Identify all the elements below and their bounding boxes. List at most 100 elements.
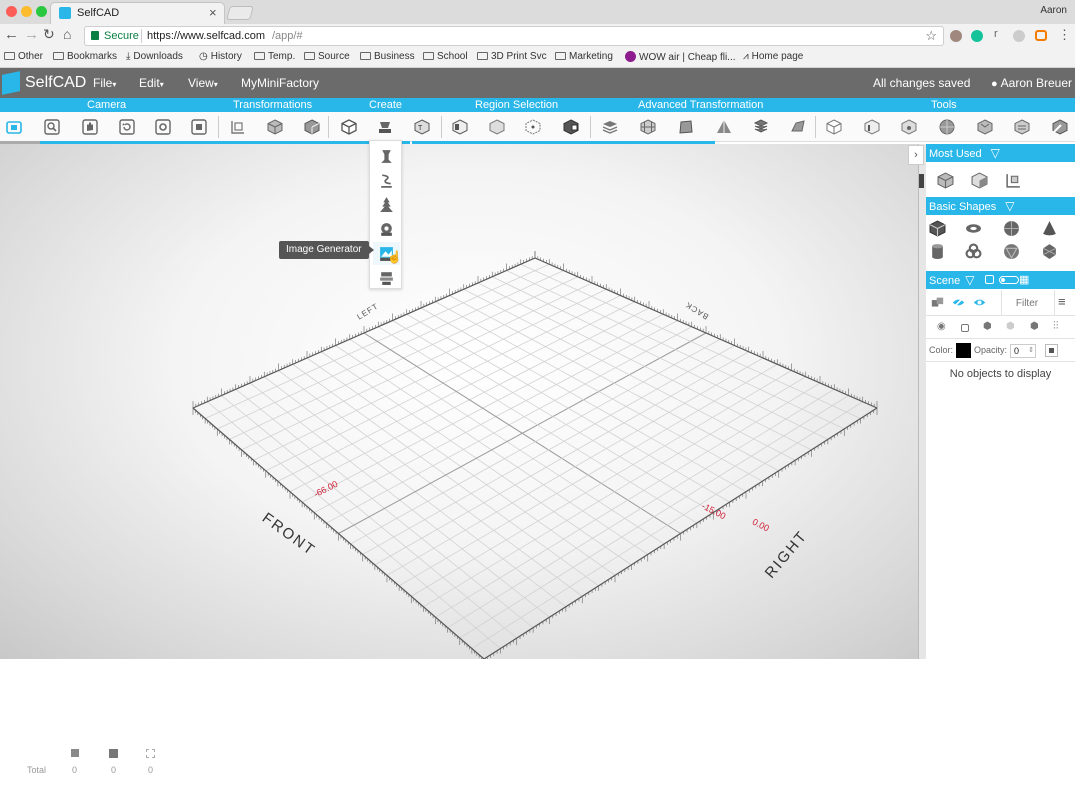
cylinder-shape-icon[interactable] <box>929 243 946 260</box>
category-create[interactable]: Create <box>369 98 402 112</box>
basic-shapes-header[interactable]: Basic Shapes ▽ <box>926 197 1075 215</box>
new-tab-button[interactable] <box>226 6 254 20</box>
color-swatch[interactable] <box>956 343 971 358</box>
stepper-icon[interactable]: ⇕ <box>1028 345 1034 357</box>
sweep-icon[interactable] <box>378 172 395 189</box>
visibility-column-icon[interactable]: ◉ <box>937 321 946 332</box>
tool-icon-3[interactable] <box>901 119 917 135</box>
fullscreen-icon[interactable] <box>191 119 207 135</box>
opacity-toggle[interactable] <box>1045 344 1058 357</box>
bookmark-bookmarks[interactable]: Bookmarks <box>53 51 117 62</box>
forward-icon[interactable]: → <box>24 26 39 43</box>
reload-icon[interactable]: ↻ <box>43 26 55 43</box>
bookmark-wow-air[interactable]: WOW air | Cheap fli... <box>625 51 736 63</box>
settings-icon[interactable] <box>155 119 171 135</box>
bookmark-other[interactable]: Other <box>4 51 43 62</box>
bookmark-temp[interactable]: Temp. <box>254 51 295 62</box>
loft-icon[interactable] <box>378 196 395 213</box>
menu-view[interactable]: View▾ <box>188 76 218 90</box>
user-menu[interactable]: ● Aaron Breuer <box>991 76 1072 90</box>
bookmark-downloads[interactable]: ⤓ Downloads <box>126 51 183 62</box>
layer-icon[interactable] <box>378 269 395 286</box>
sketch-icon[interactable] <box>378 221 395 238</box>
select-all-checkbox[interactable] <box>985 275 994 284</box>
scene-filter-input[interactable] <box>1003 294 1051 312</box>
browser-tab[interactable]: SelfCAD × <box>50 2 225 24</box>
group-icon[interactable] <box>931 296 944 309</box>
eye-icon[interactable] <box>973 296 986 309</box>
panel-splitter[interactable] <box>918 144 926 659</box>
torus-shape-icon[interactable] <box>965 220 982 237</box>
image-generator-item[interactable]: ☝ <box>373 242 402 265</box>
url-input[interactable]: Secure https://www.selfcad.com /app/# ☆ <box>84 26 944 46</box>
cam-home-icon[interactable] <box>6 119 22 135</box>
close-tab-icon[interactable]: × <box>209 5 217 20</box>
grid-view-icon[interactable]: ▦ <box>1019 271 1029 289</box>
region-icon-2[interactable] <box>489 119 505 135</box>
menu-edit[interactable]: Edit▾ <box>139 76 164 90</box>
profile-name[interactable]: Aaron <box>1040 5 1067 16</box>
close-window-icon[interactable] <box>6 6 17 17</box>
browser-menu-icon[interactable]: ⋮ <box>1058 27 1071 43</box>
geosphere-shape-icon[interactable] <box>1003 243 1020 260</box>
opacity-input[interactable]: 0 ⇕ <box>1010 344 1036 358</box>
category-advanced-transformation[interactable]: Advanced Transformation <box>638 98 763 112</box>
polyhedron-shape-icon[interactable] <box>1041 243 1058 260</box>
app-logo[interactable]: SelfCAD <box>25 74 86 92</box>
tool-icon-6[interactable] <box>1014 119 1030 135</box>
tool-icon-7[interactable] <box>1052 119 1068 135</box>
adv-icon-1[interactable] <box>602 119 618 135</box>
knot-shape-icon[interactable] <box>965 243 982 260</box>
tool-icon-4[interactable] <box>939 119 955 135</box>
wireframe-column-icon[interactable]: ⬢ <box>1006 321 1015 332</box>
text-create-icon[interactable]: T <box>414 119 430 135</box>
category-tools[interactable]: Tools <box>931 98 957 112</box>
material-column-icon[interactable]: ⬢ <box>1030 321 1039 332</box>
most-used-cube-icon[interactable] <box>937 172 954 189</box>
region-icon-1[interactable] <box>452 119 468 135</box>
grammarly-icon[interactable] <box>971 30 983 42</box>
sort-icon[interactable]: ≡ <box>1058 294 1066 309</box>
bookmark-marketing[interactable]: Marketing <box>555 51 613 62</box>
adv-icon-5[interactable] <box>753 119 769 135</box>
rotate-icon[interactable] <box>119 119 135 135</box>
adv-icon-3[interactable] <box>678 119 694 135</box>
collapse-panel-button[interactable]: › <box>908 145 924 165</box>
lock-column-icon[interactable] <box>961 324 969 332</box>
category-region-selection[interactable]: Region Selection <box>475 98 558 112</box>
bookmark-3d-print[interactable]: 3D Print Svc <box>477 51 547 62</box>
tool-icon-5[interactable] <box>977 119 993 135</box>
minimize-window-icon[interactable] <box>21 6 32 17</box>
home-icon[interactable]: ⌂ <box>63 26 71 42</box>
stamp-create-icon[interactable] <box>377 119 393 135</box>
region-icon-3[interactable] <box>525 119 541 135</box>
adv-icon-4[interactable] <box>716 119 732 135</box>
sphere-shape-icon[interactable] <box>1003 220 1020 237</box>
extension-gray-icon[interactable] <box>1013 30 1025 42</box>
tool-icon-1[interactable] <box>826 119 842 135</box>
menu-myminifactory[interactable]: MyMiniFactory <box>241 76 319 90</box>
cube-create-icon[interactable] <box>341 119 357 135</box>
hide-icon[interactable] <box>952 296 965 309</box>
bookmark-home-page[interactable]: ⩘ Home page <box>743 51 803 62</box>
bookmark-history[interactable]: ◷ History <box>199 51 242 62</box>
revolve-icon[interactable] <box>378 148 395 165</box>
extension-orange-icon[interactable] <box>1035 30 1047 41</box>
adv-icon-2[interactable] <box>640 119 656 135</box>
pan-icon[interactable] <box>82 119 98 135</box>
splitter-handle[interactable] <box>919 174 924 188</box>
maximize-window-icon[interactable] <box>36 6 47 17</box>
cube-shape-icon[interactable] <box>929 220 946 237</box>
extension-r-icon[interactable]: r <box>994 28 998 40</box>
solid-column-icon[interactable]: ⬢ <box>983 321 992 332</box>
scene-header[interactable]: Scene ▽ ▦ <box>926 271 1075 289</box>
tool-icon-2[interactable] <box>864 119 880 135</box>
bookmark-business[interactable]: Business <box>360 51 415 62</box>
bookmark-source[interactable]: Source <box>304 51 350 62</box>
category-transformations[interactable]: Transformations <box>233 98 312 112</box>
settings-column-icon[interactable]: ⫶⫶ <box>1053 320 1059 333</box>
category-camera[interactable]: Camera <box>87 98 126 112</box>
move-icon[interactable] <box>230 119 246 135</box>
most-used-header[interactable]: Most Used ▽ <box>926 144 1075 162</box>
region-icon-4[interactable] <box>563 119 579 135</box>
